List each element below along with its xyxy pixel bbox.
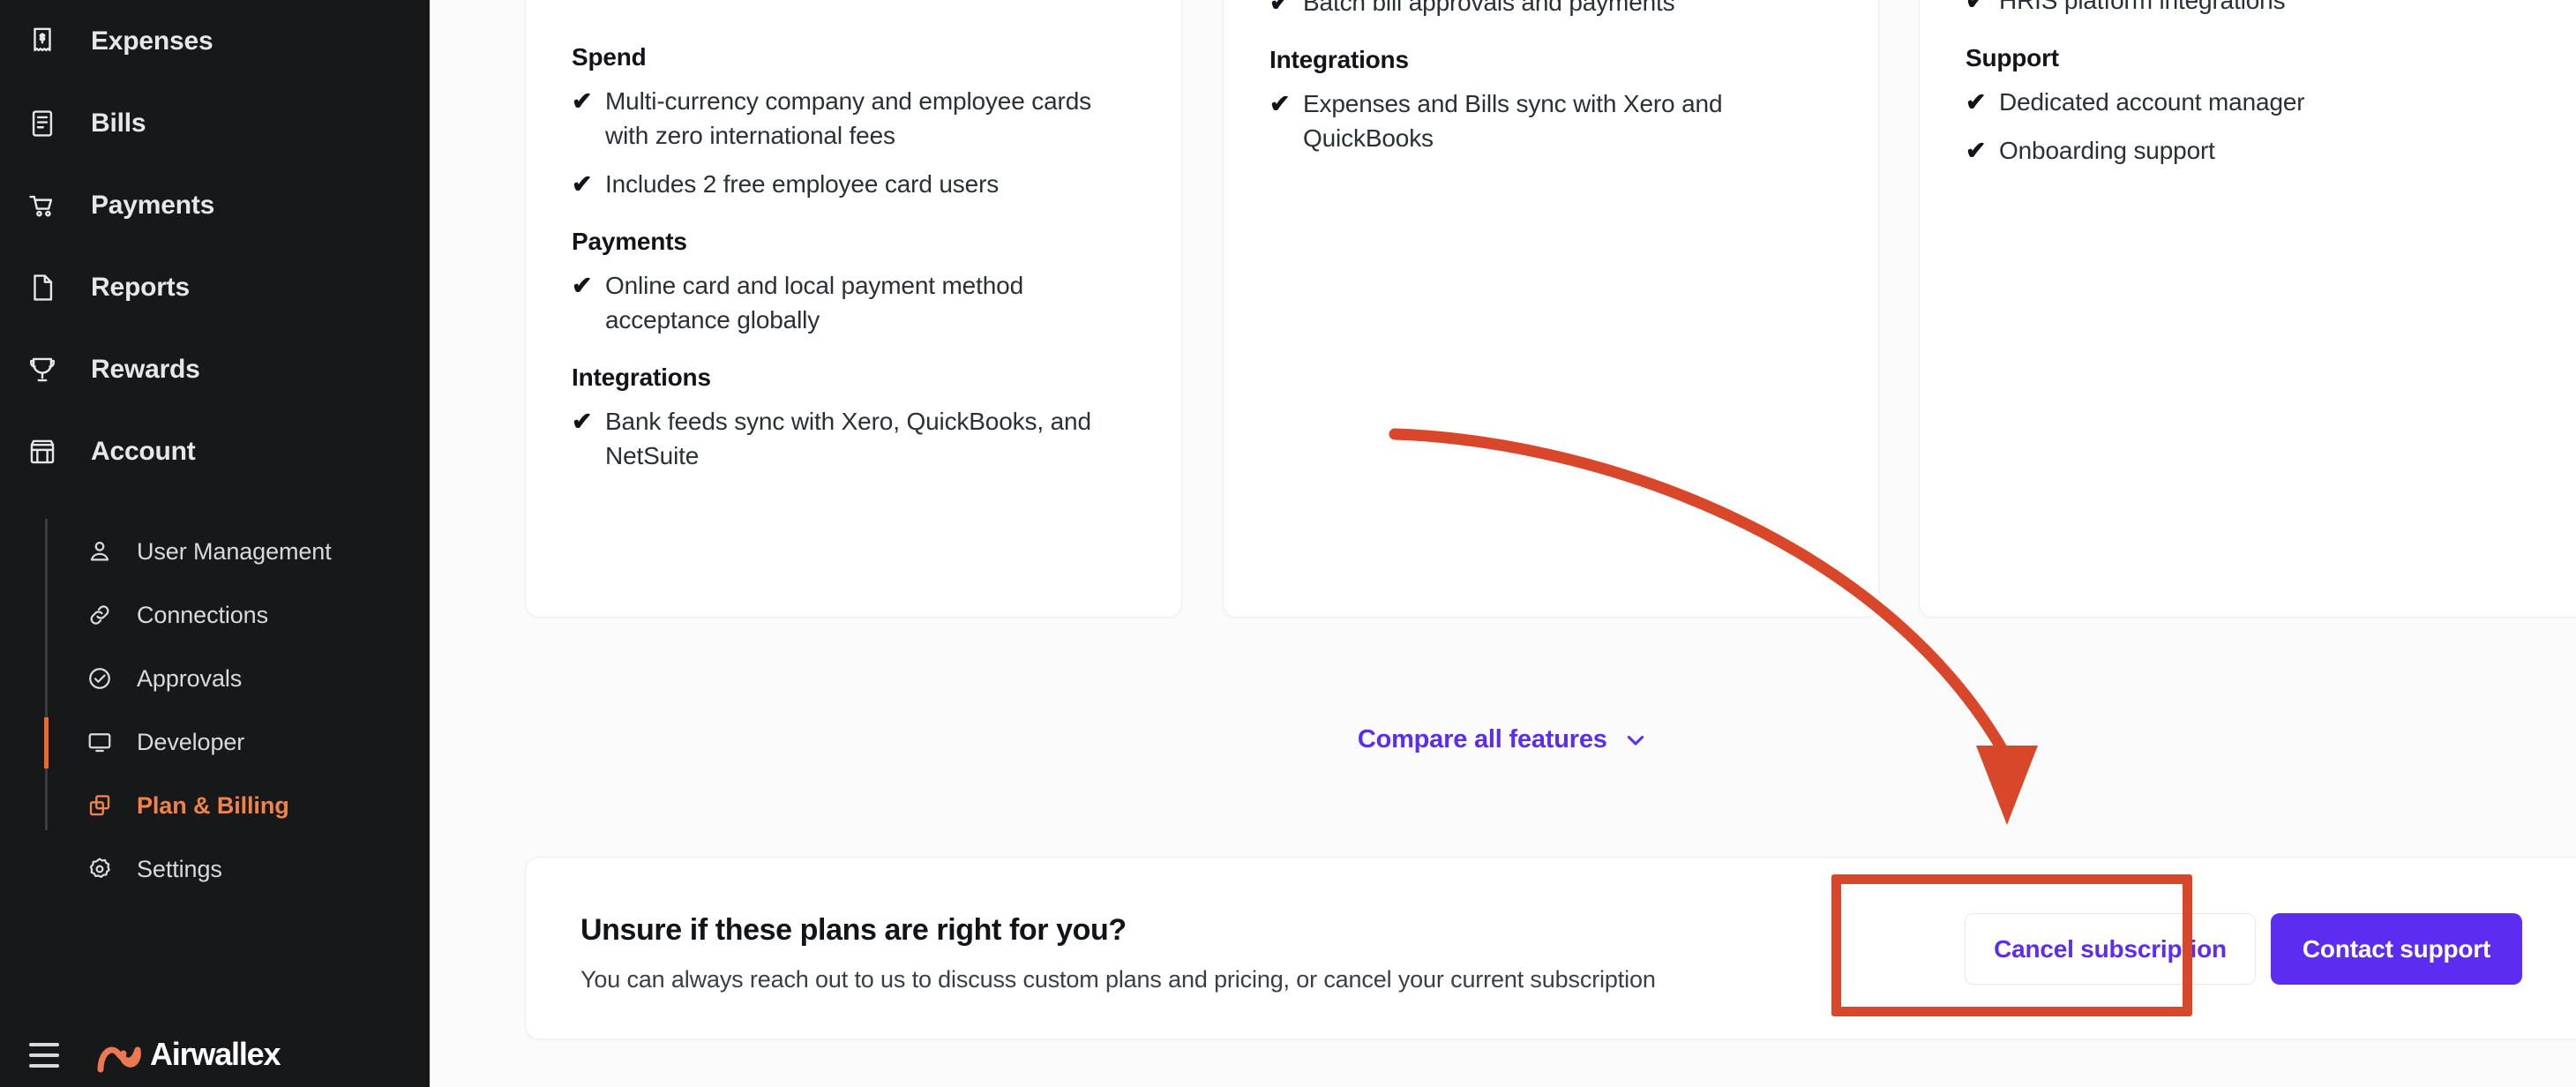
feature-section: Support ✔ Dedicated account manager ✔ On… (1966, 44, 2569, 168)
sidebar-item-label: Developer (137, 728, 245, 755)
feature-section-title: Integrations (1269, 46, 1409, 73)
check-icon: ✔ (1269, 90, 1291, 117)
sidebar-item-label: Connections (137, 601, 268, 628)
feature-label: Online card and local payment method acc… (605, 272, 1023, 334)
feature-label: Expenses and Bills sync with Xero and Qu… (1303, 90, 1723, 152)
feature-section-title: Spend (572, 43, 647, 71)
sidebar-item-settings[interactable]: Settings (0, 848, 430, 890)
plan-features-card: ✔ Batch bill approvals and payments Inte… (1223, 0, 1879, 618)
main-content: Spend ✔ Multi-currency company and emplo… (430, 0, 2576, 1087)
app-root: Expenses Bills Payments Reports Rewards … (0, 0, 2576, 1087)
sidebar-item-rewards[interactable]: Rewards (0, 348, 430, 392)
feature-item: ✔ Expenses and Bills sync with Xero and … (1269, 86, 1832, 155)
support-cta-card: Unsure if these plans are right for you?… (525, 857, 2576, 1039)
compare-all-features-link[interactable]: Compare all features (430, 725, 2576, 754)
cancel-subscription-button[interactable]: Cancel subscription (1965, 913, 2256, 985)
sidebar-item-connections[interactable]: Connections (0, 594, 430, 636)
feature-section: ✔ HRIS platform integrations (1966, 0, 2569, 18)
receipt-dollar-icon (23, 22, 62, 61)
feature-section: Integrations ✔ Expenses and Bills sync w… (1269, 46, 1832, 155)
feature-section: Integrations ✔ Bank feeds sync with Xero… (572, 364, 1135, 473)
check-icon: ✔ (1966, 0, 1987, 14)
cta-subtitle: You can always reach out to us to discus… (580, 966, 1656, 993)
feature-label: Includes 2 free employee card users (605, 170, 1000, 198)
user-person-icon (82, 534, 117, 569)
feature-item: ✔ Multi-currency company and employee ca… (572, 84, 1135, 153)
sidebar-item-developer[interactable]: Developer (0, 721, 430, 763)
check-icon: ✔ (1269, 0, 1291, 16)
feature-item: ✔ Bank feeds sync with Xero, QuickBooks,… (572, 404, 1135, 473)
sidebar-item-user-management[interactable]: User Management (0, 530, 430, 573)
feature-section-title: Payments (572, 228, 687, 255)
sidebar: Expenses Bills Payments Reports Rewards … (0, 0, 430, 1087)
sidebar-item-label: Plan & Billing (137, 791, 289, 819)
feature-item: ✔ Onboarding support (1966, 133, 2569, 168)
feature-section: Payments ✔ Online card and local payment… (572, 228, 1135, 337)
sidebar-item-label: Account (91, 437, 196, 466)
feature-section-title: Support (1966, 44, 2059, 71)
sidebar-item-label: User Management (137, 537, 332, 565)
sidebar-item-plan-and-billing[interactable]: Plan & Billing (0, 784, 430, 827)
sidebar-item-approvals[interactable]: Approvals (0, 657, 430, 700)
feature-item: ✔ Online card and local payment method a… (572, 268, 1135, 337)
gear-icon (82, 851, 117, 887)
sidebar-item-account[interactable]: Account (0, 430, 430, 474)
sidebar-item-label: Bills (91, 109, 146, 138)
sidebar-item-bills[interactable]: Bills (0, 101, 430, 146)
plan-features-card: Spend ✔ Multi-currency company and emplo… (525, 0, 1182, 618)
sidebar-footer: Airwallex (0, 1031, 430, 1087)
sidebar-item-expenses[interactable]: Expenses (0, 19, 430, 64)
shopping-cart-icon (23, 186, 62, 225)
sidebar-item-label: Expenses (91, 26, 213, 56)
feature-label: Batch bill approvals and payments (1303, 0, 1675, 16)
airwallex-logo-icon (95, 1039, 145, 1075)
trophy-icon (23, 350, 62, 389)
file-page-icon (23, 268, 62, 307)
feature-label: Bank feeds sync with Xero, QuickBooks, a… (605, 408, 1091, 469)
check-circle-icon (82, 661, 117, 696)
feature-item: ✔ Dedicated account manager (1966, 85, 2569, 119)
feature-section: Spend ✔ Multi-currency company and emplo… (572, 43, 1135, 201)
copy-layers-icon (82, 788, 117, 823)
check-icon: ✔ (1966, 137, 1987, 164)
sidebar-item-label: Approvals (137, 664, 243, 692)
check-icon: ✔ (572, 408, 593, 435)
sidebar-item-reports[interactable]: Reports (0, 266, 430, 310)
document-lines-icon (23, 104, 62, 143)
feature-section: ✔ Batch bill approvals and payments (1269, 0, 1832, 19)
feature-item: ✔ HRIS platform integrations (1966, 0, 2569, 18)
contact-support-button[interactable]: Contact support (2271, 913, 2522, 985)
check-icon: ✔ (1966, 88, 1987, 116)
hamburger-menu-icon[interactable] (29, 1043, 59, 1068)
check-icon: ✔ (572, 170, 593, 198)
sidebar-item-label: Settings (137, 855, 222, 882)
sidebar-item-payments[interactable]: Payments (0, 184, 430, 228)
plan-features-card: ✔ HRIS platform integrations Support ✔ D… (1919, 0, 2576, 618)
building-store-icon (23, 432, 62, 471)
chevron-down-icon (1623, 728, 1648, 753)
feature-label: Multi-currency company and employee card… (605, 87, 1091, 149)
feature-section-title: Integrations (572, 364, 711, 391)
sidebar-item-label: Payments (91, 191, 215, 220)
link-chain-icon (82, 597, 117, 633)
check-icon: ✔ (572, 87, 593, 115)
monitor-icon (82, 724, 117, 760)
cta-title: Unsure if these plans are right for you? (580, 913, 1127, 947)
feature-item: ✔ Includes 2 free employee card users (572, 167, 1135, 201)
compare-all-features-label: Compare all features (1357, 725, 1607, 753)
feature-label: Dedicated account manager (1999, 88, 2305, 116)
feature-label: HRIS platform integrations (1999, 0, 2286, 14)
feature-item: ✔ Batch bill approvals and payments (1269, 0, 1832, 19)
feature-label: Onboarding support (1999, 137, 2215, 164)
check-icon: ✔ (572, 272, 593, 299)
brand-name: Airwallex (150, 1036, 281, 1072)
sidebar-item-label: Rewards (91, 355, 200, 384)
sidebar-item-label: Reports (91, 273, 190, 302)
